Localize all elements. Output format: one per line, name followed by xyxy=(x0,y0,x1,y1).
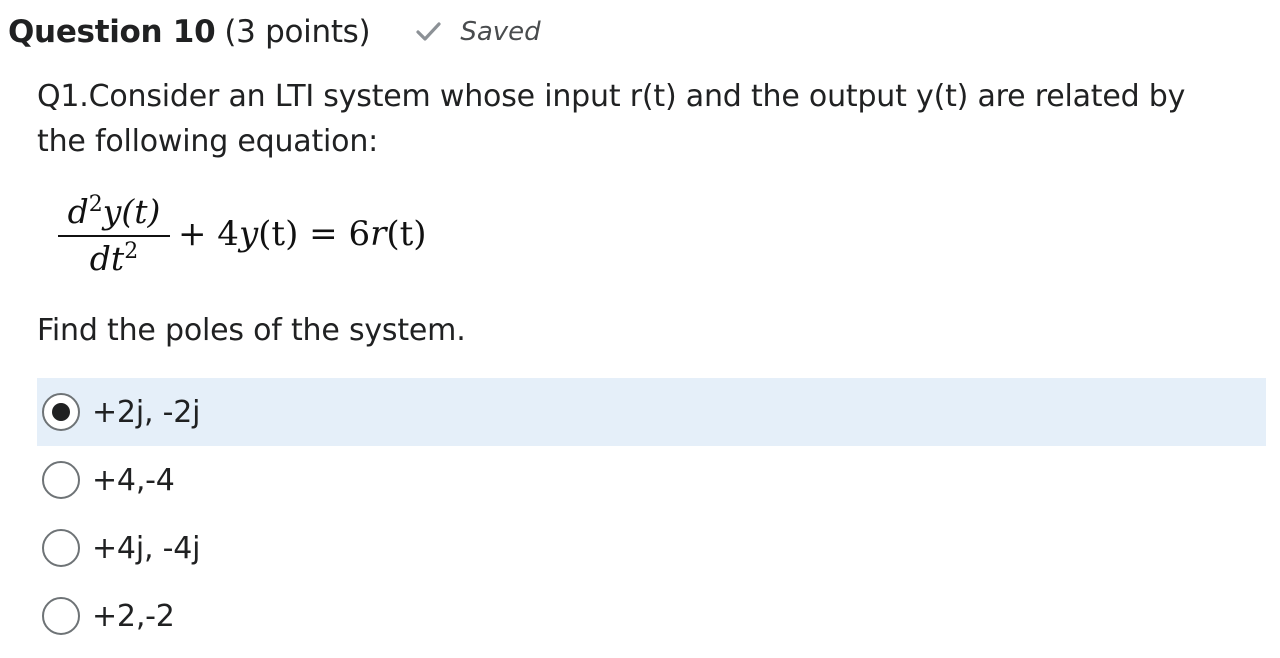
option-label[interactable]: +4j, -4j xyxy=(92,531,200,566)
question-points: (3 points) xyxy=(224,14,371,50)
checkmark-icon xyxy=(414,18,442,46)
radio-button[interactable] xyxy=(42,393,80,431)
radio-selected-dot xyxy=(52,403,70,421)
answer-option-3[interactable]: +4j, -4j xyxy=(37,514,1266,582)
question-header: Question 10 (3 points) Saved xyxy=(8,10,541,54)
saved-label: Saved xyxy=(460,17,541,47)
option-label[interactable]: +2j, -2j xyxy=(92,395,200,430)
equation-rhs: + 4y(t) = 6r(t) xyxy=(178,214,427,254)
answer-options: +2j, -2j +4,-4 +4j, -4j +2,-2 xyxy=(37,378,1266,650)
question-title: Question 10 xyxy=(8,14,216,50)
question-prompt: Find the poles of the system. xyxy=(37,313,466,348)
question-text: Q1.Consider an LTI system whose input r(… xyxy=(37,79,1186,159)
radio-button[interactable] xyxy=(42,461,80,499)
fraction-denominator: dt2 xyxy=(89,239,139,278)
answer-option-2[interactable]: +4,-4 xyxy=(37,446,1266,514)
equation: d2y(t) dt2 + 4y(t) = 6r(t) xyxy=(58,186,427,286)
derivative-fraction: d2y(t) dt2 xyxy=(58,193,170,279)
saved-status: Saved xyxy=(414,17,541,47)
radio-button[interactable] xyxy=(42,597,80,635)
answer-option-1[interactable]: +2j, -2j xyxy=(37,378,1266,446)
option-label[interactable]: +2,-2 xyxy=(92,599,175,634)
fraction-numerator: d2y(t) xyxy=(67,192,161,231)
option-label[interactable]: +4,-4 xyxy=(92,463,175,498)
radio-button[interactable] xyxy=(42,529,80,567)
answer-option-4[interactable]: +2,-2 xyxy=(37,582,1266,650)
